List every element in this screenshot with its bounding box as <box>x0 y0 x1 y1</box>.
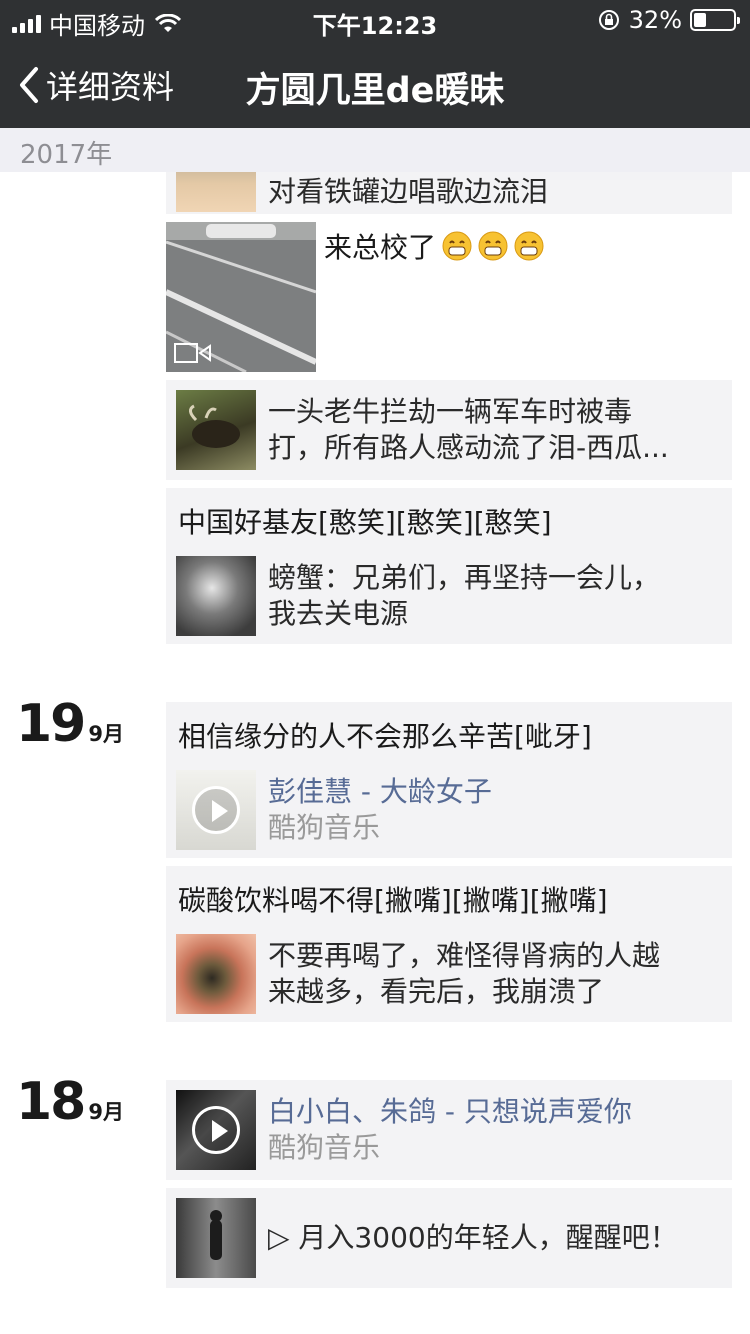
timeline[interactable]: 对看铁罐边唱歌边流泪 来总校了 一头老牛拦劫一辆军车时被毒 打，所有路人感动流了… <box>0 172 750 1334</box>
grin-emoji-icon <box>478 231 508 261</box>
date-label-19: 19 9月 <box>16 694 124 754</box>
post-caption: 碳酸饮料喝不得[撇嘴][撇嘴][撇嘴] <box>178 884 608 917</box>
video-camera-icon <box>174 343 211 363</box>
music-info: 白小白、朱鸽 - 只想说声爱你 酷狗音乐 <box>268 1094 632 1166</box>
rotation-lock-icon <box>598 10 619 30</box>
post-card-music-19[interactable]: 相信缘分的人不会那么辛苦[呲牙] 彭佳慧 - 大龄女子 酷狗音乐 <box>166 702 732 858</box>
status-bar: 中国移动 下午12:23 32% <box>0 0 750 40</box>
music-source: 酷狗音乐 <box>268 811 381 844</box>
video-caption-text: 来总校了 <box>324 231 437 264</box>
play-icon[interactable] <box>192 1106 240 1154</box>
battery-percent: 32% <box>628 6 682 34</box>
post-card-music-18[interactable]: 白小白、朱鸽 - 只想说声爱你 酷狗音乐 <box>166 1080 732 1180</box>
page-title: 方圆几里de暖昧 <box>245 71 505 111</box>
video-link-text: ▷ 月入3000的年轻人，醒醒吧！ <box>268 1221 678 1254</box>
play-icon[interactable] <box>192 786 240 834</box>
post-text: 对看铁罐边唱歌边流泪 <box>268 175 549 208</box>
ox-thumbnail <box>176 390 256 470</box>
post-card-soda[interactable]: 碳酸饮料喝不得[撇嘴][撇嘴][撇嘴] 不要再喝了，难怪得肾病的人越 来越多，看… <box>166 866 732 1022</box>
link-card-ox[interactable]: 一头老牛拦劫一辆军车时被毒 打，所有路人感动流了泪-西瓜... <box>166 380 732 480</box>
post-caption: 中国好基友[憨笑][憨笑][憨笑] <box>178 506 552 539</box>
grin-emoji-icon <box>442 231 472 261</box>
music-info: 彭佳慧 - 大龄女子 酷狗音乐 <box>268 774 492 846</box>
post-card-video-18[interactable]: ▷ 月入3000的年轻人，醒醒吧！ <box>166 1188 732 1288</box>
post-card-crab[interactable]: 中国好基友[憨笑][憨笑][憨笑] 螃蟹：兄弟们，再坚持一会儿， 我去关电源 <box>166 488 732 644</box>
video-caption: 来总校了 <box>324 226 544 266</box>
music-title[interactable]: 彭佳慧 - 大龄女子 <box>268 774 492 810</box>
street-thumbnail <box>176 1198 256 1278</box>
album-cover <box>176 1090 256 1170</box>
year-header: 2017年 <box>0 128 750 172</box>
status-right: 32% <box>597 6 740 34</box>
video-thumbnail[interactable] <box>166 222 316 372</box>
crab-thumbnail <box>176 556 256 636</box>
date-label-18: 18 9月 <box>16 1072 124 1132</box>
post-card-top[interactable]: 对看铁罐边唱歌边流泪 <box>166 172 732 214</box>
album-cover <box>176 770 256 850</box>
battery-icon <box>690 9 740 31</box>
nav-bar: 详细资料 方圆几里de暖昧 <box>0 40 750 128</box>
top-bar: 中国移动 下午12:23 32% 详细资料 方圆几里de暖昧 <box>0 0 750 128</box>
grin-emoji-icon <box>514 231 544 261</box>
link-text: 螃蟹：兄弟们，再坚持一会儿， 我去关电源 <box>268 561 661 630</box>
soda-thumbnail <box>176 934 256 1014</box>
post-thumbnail <box>176 172 256 212</box>
link-text: 不要再喝了，难怪得肾病的人越 来越多，看完后，我崩溃了 <box>268 939 661 1008</box>
link-text: 一头老牛拦劫一辆军车时被毒 打，所有路人感动流了泪-西瓜... <box>268 395 669 464</box>
post-caption: 相信缘分的人不会那么辛苦[呲牙] <box>178 720 592 753</box>
music-source: 酷狗音乐 <box>268 1131 381 1164</box>
music-title[interactable]: 白小白、朱鸽 - 只想说声爱你 <box>268 1094 632 1130</box>
